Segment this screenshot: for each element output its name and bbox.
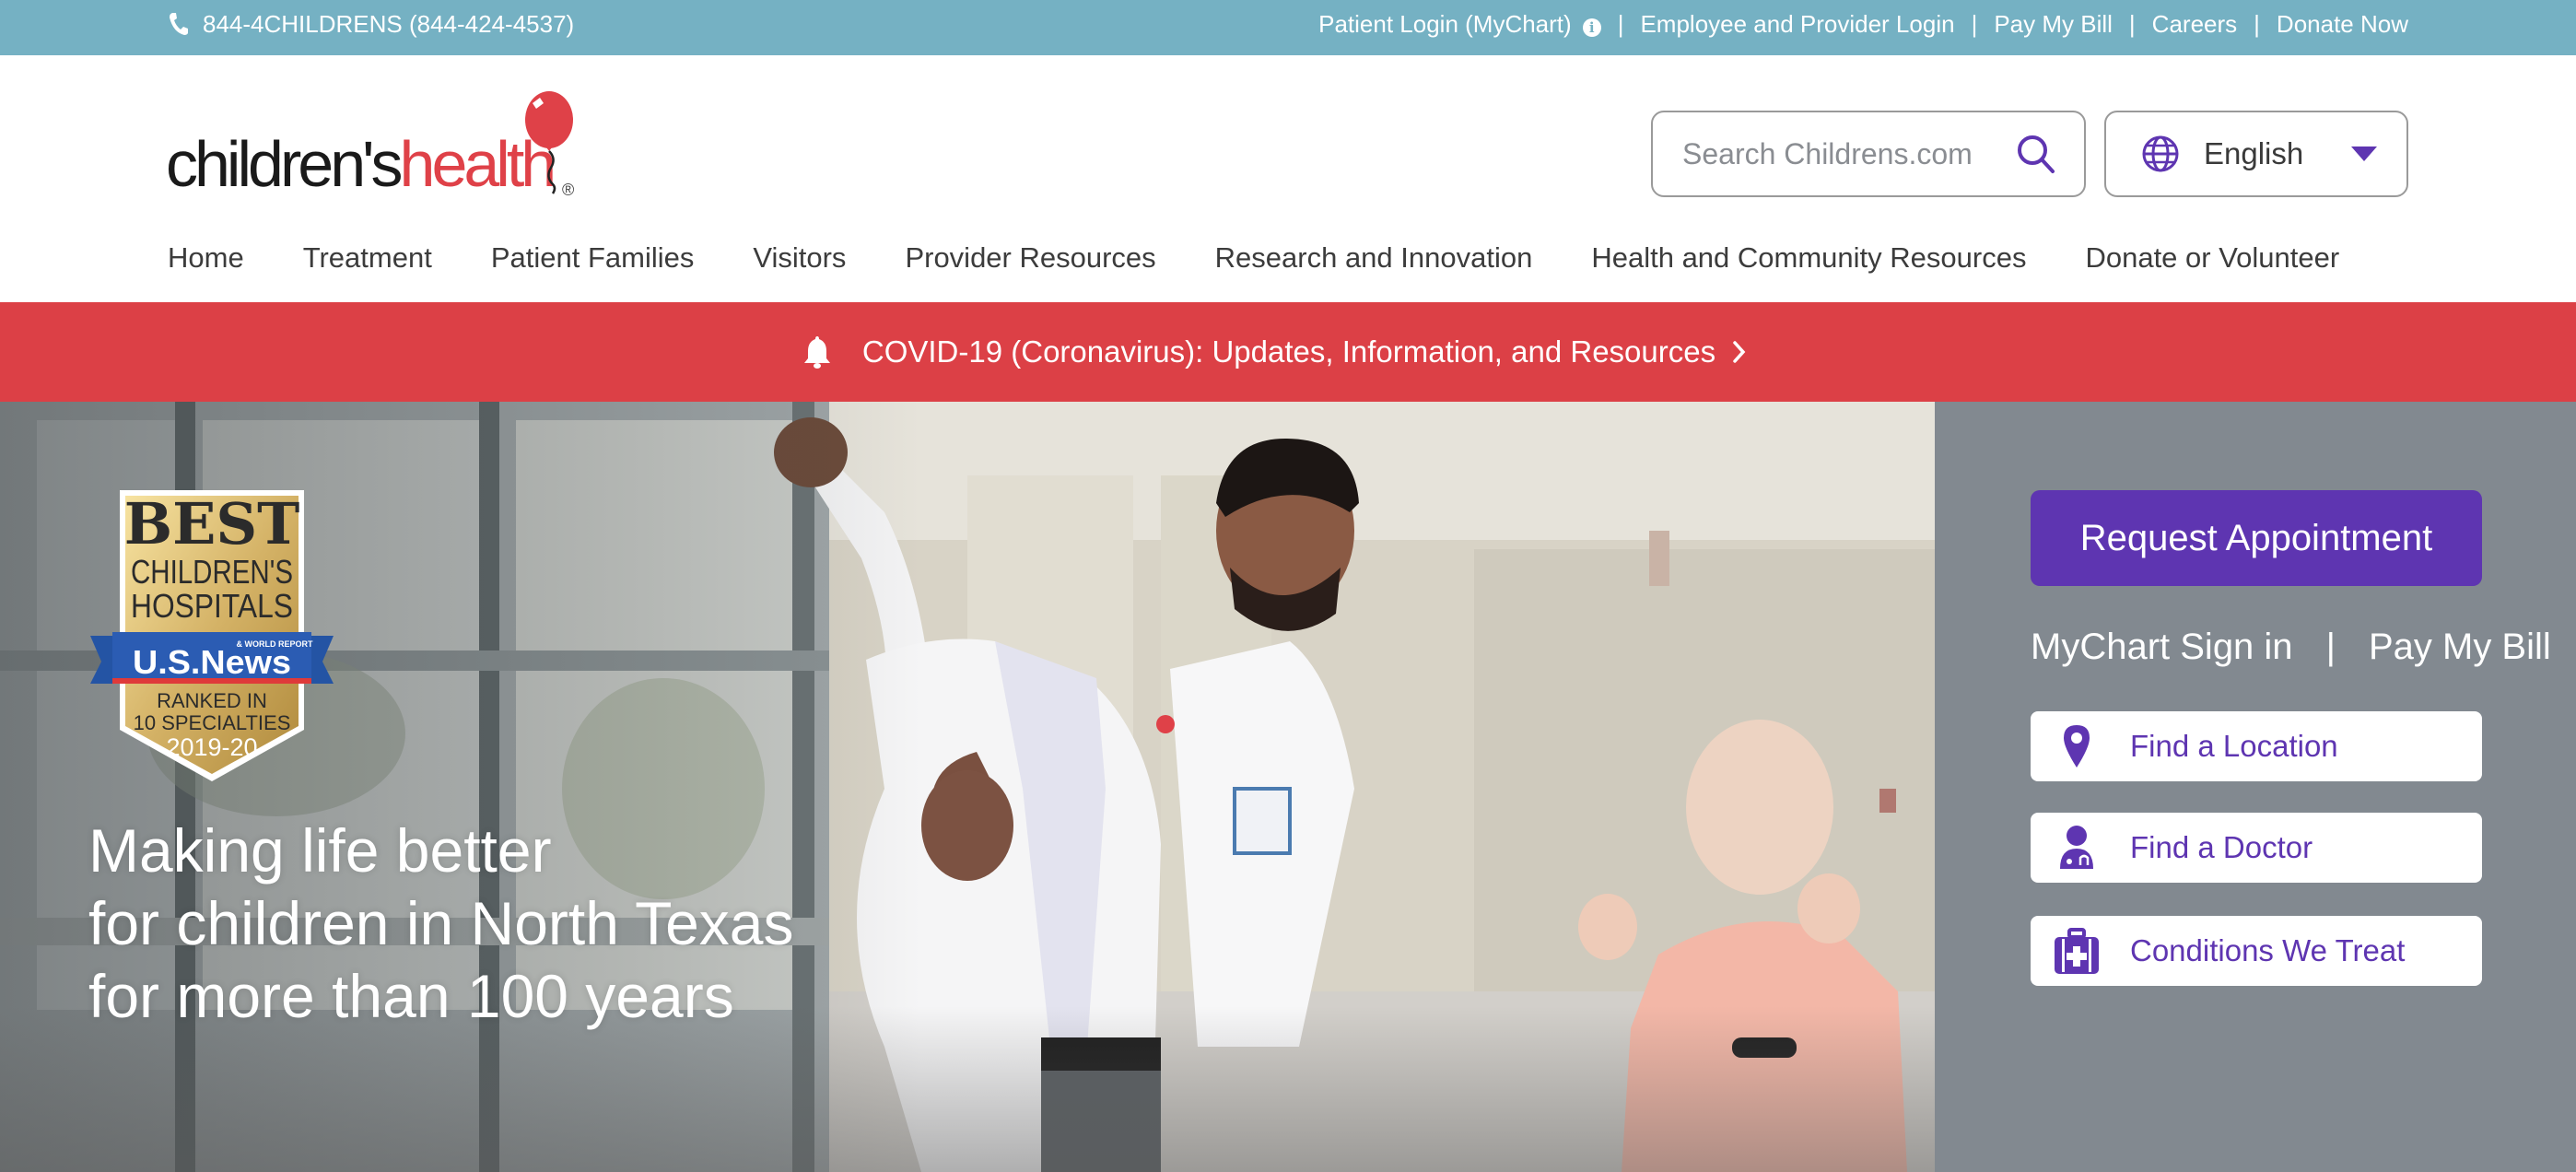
hero-banner: BEST CHILDREN'S HOSPITALS & WORLD REPORT… xyxy=(0,402,1935,1172)
find-doctor-button[interactable]: Find a Doctor xyxy=(2031,813,2482,883)
nav-treatment[interactable]: Treatment xyxy=(303,241,432,275)
us-news-badge[interactable]: BEST CHILDREN'S HOSPITALS & WORLD REPORT… xyxy=(90,488,334,783)
caret-down-icon xyxy=(2351,146,2377,161)
donate-now-link[interactable]: Donate Now xyxy=(2277,10,2408,39)
balloon-icon xyxy=(525,91,573,194)
quick-actions-panel: Request Appointment MyChart Sign in | Pa… xyxy=(1935,402,2576,1172)
logo-wordmark: children'shealth xyxy=(166,127,556,201)
badge-ranked-in: RANKED IN xyxy=(157,689,267,712)
logo-childrens: children's xyxy=(166,128,404,200)
conditions-we-treat-button[interactable]: Conditions We Treat xyxy=(2031,916,2482,986)
badge-hospitals: HOSPITALS xyxy=(131,587,293,625)
mychart-sign-in-link[interactable]: MyChart Sign in xyxy=(2031,627,2293,668)
badge-specialties: 10 SPECIALTIES xyxy=(134,711,291,734)
employee-provider-login-link[interactable]: Employee and Provider Login xyxy=(1640,10,1954,39)
nav-health-community-resources[interactable]: Health and Community Resources xyxy=(1591,241,2026,275)
language-select[interactable]: English xyxy=(2104,111,2408,197)
separator: | xyxy=(2325,627,2336,667)
search-input[interactable] xyxy=(1682,136,1996,171)
badge-best: BEST xyxy=(124,490,300,557)
nav-donate-volunteer[interactable]: Donate or Volunteer xyxy=(2085,241,2339,275)
utility-bar: 844-4CHILDRENS (844-424-4537) Patient Lo… xyxy=(0,0,2576,55)
language-selected: English xyxy=(2204,136,2304,170)
medical-kit-icon xyxy=(2055,928,2099,974)
phone-link[interactable]: 844-4CHILDRENS (844-424-4537) xyxy=(168,0,574,48)
hero-headline-line-1: Making life better xyxy=(88,816,552,885)
search-field[interactable] xyxy=(1651,111,2086,197)
covid-alert-banner[interactable]: COVID-19 (Coronavirus): Updates, Informa… xyxy=(0,302,2576,402)
alert-text: COVID-19 (Coronavirus): Updates, Informa… xyxy=(861,334,1716,369)
globe-icon xyxy=(2142,135,2179,172)
info-icon[interactable]: i xyxy=(1582,18,1601,37)
logo[interactable]: children'shealth ® xyxy=(166,88,590,217)
request-appointment-button[interactable]: Request Appointment xyxy=(2031,490,2482,586)
bell-icon xyxy=(803,336,830,369)
map-pin-icon xyxy=(2064,725,2090,768)
utility-links: Patient Login (MyChart) i | Employee and … xyxy=(1318,0,2408,48)
search-icon[interactable] xyxy=(2016,134,2056,174)
quick-links: MyChart Sign in | Pay My Bill xyxy=(2031,627,2551,668)
site-header: children'shealth ® English Home Treatmen… xyxy=(0,55,2576,302)
pay-my-bill-link[interactable]: Pay My Bill xyxy=(1994,10,2113,39)
nav-home[interactable]: Home xyxy=(168,241,244,275)
patient-login-label: Patient Login (MyChart) xyxy=(1318,9,1572,38)
hero-headline-line-2: for children in North Texas xyxy=(88,889,794,957)
chevron-right-icon xyxy=(1733,341,1746,363)
nav-provider-resources[interactable]: Provider Resources xyxy=(905,241,1155,275)
registered-mark: ® xyxy=(562,181,575,199)
find-location-label: Find a Location xyxy=(2130,729,2338,763)
separator: | xyxy=(2254,9,2260,38)
separator: | xyxy=(1971,9,1978,38)
badge-childrens: CHILDREN'S xyxy=(131,553,293,591)
nav-visitors[interactable]: Visitors xyxy=(753,241,846,275)
patient-login-link[interactable]: Patient Login (MyChart) i xyxy=(1318,10,1601,39)
separator: | xyxy=(2128,9,2136,38)
conditions-we-treat-label: Conditions We Treat xyxy=(2130,933,2406,967)
main-nav: Home Treatment Patient Families Visitors… xyxy=(168,230,2339,286)
careers-link[interactable]: Careers xyxy=(2152,10,2237,39)
hero-headline-line-3: for more than 100 years xyxy=(88,962,734,1030)
hero-headline: Making life better for children in North… xyxy=(88,815,793,1033)
phone-icon xyxy=(170,13,188,35)
doctor-icon xyxy=(2060,826,2093,869)
separator: | xyxy=(1617,9,1624,38)
nav-research-innovation[interactable]: Research and Innovation xyxy=(1215,241,1533,275)
badge-us-news: U.S.News xyxy=(133,643,291,681)
badge-years: 2019-20 xyxy=(166,733,257,761)
find-doctor-label: Find a Doctor xyxy=(2130,830,2313,864)
pay-my-bill-link[interactable]: Pay My Bill xyxy=(2369,627,2551,668)
phone-number: 844-4CHILDRENS (844-424-4537) xyxy=(203,9,575,38)
nav-patient-families[interactable]: Patient Families xyxy=(491,241,695,275)
find-location-button[interactable]: Find a Location xyxy=(2031,711,2482,781)
